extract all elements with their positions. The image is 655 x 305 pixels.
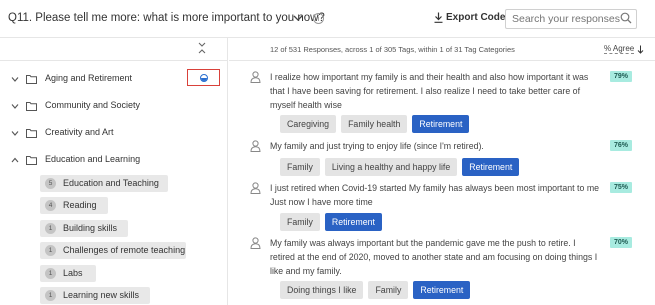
tag-label: Learning new skills xyxy=(63,290,140,300)
agree-sort-header[interactable]: % Agree xyxy=(604,44,644,54)
tag-count-badge: 1 xyxy=(45,245,56,256)
chevron-down-icon[interactable] xyxy=(11,129,19,137)
download-icon xyxy=(434,12,443,23)
export-codes-label: Export Codes xyxy=(446,12,512,23)
response-text: My family was always important but the p… xyxy=(270,238,598,276)
response-tags: Caregiving Family health Retirement xyxy=(280,115,470,133)
response-tags: Doing things I like Family Retirement xyxy=(280,281,471,299)
category-label: Education and Learning xyxy=(45,154,141,164)
tag-count-badge: 1 xyxy=(45,268,56,279)
tag-chip[interactable]: Family xyxy=(368,281,409,299)
export-codes-button[interactable]: Export Codes xyxy=(434,12,511,23)
tag-chip[interactable]: Retirement xyxy=(412,115,470,133)
response-text: My family and just trying to enjoy life … xyxy=(270,141,484,151)
folder-icon xyxy=(26,102,37,111)
tag-label: Building skills xyxy=(63,223,118,233)
agree-label: % Agree xyxy=(604,44,635,54)
response-tags: Family Living a healthy and happy life Ret… xyxy=(280,158,520,176)
tag-chip[interactable]: Family xyxy=(280,158,320,176)
tag-item[interactable]: 1 Labs xyxy=(40,265,96,282)
panel-divider xyxy=(229,60,655,61)
agree-badge: 70% xyxy=(610,237,632,248)
folder-icon xyxy=(26,129,37,138)
tag-count-badge: 4 xyxy=(45,200,56,211)
tag-chip[interactable]: Living a healthy and happy life xyxy=(324,158,458,176)
category-progress-indicator xyxy=(200,74,208,82)
category-label: Aging and Retirement xyxy=(45,73,133,83)
tag-label: Labs xyxy=(63,268,83,278)
tag-chip[interactable]: Retirement xyxy=(413,281,471,299)
header-bar: Q11. Please tell me more: what is more i… xyxy=(0,0,655,38)
panel-divider xyxy=(0,60,228,61)
user-icon xyxy=(250,71,261,83)
category-row[interactable]: Community and Society xyxy=(0,97,228,117)
tag-label: Education and Teaching xyxy=(63,178,159,188)
chevron-down-icon[interactable] xyxy=(11,75,19,83)
tag-chip[interactable]: Retirement xyxy=(324,213,382,231)
search-icon[interactable] xyxy=(620,12,632,24)
info-icon[interactable]: i xyxy=(313,13,324,24)
tag-count-badge: 5 xyxy=(45,178,56,189)
folder-icon xyxy=(26,156,37,165)
collapse-all-icon[interactable] xyxy=(197,42,207,54)
agree-badge: 79% xyxy=(610,71,632,82)
tag-count-badge: 1 xyxy=(45,290,56,301)
responses-summary: 12 of 531 Responses, across 1 of 305 Tag… xyxy=(270,45,515,54)
tag-label: Reading xyxy=(63,200,97,210)
tag-chip[interactable]: Family health xyxy=(341,115,408,133)
tag-item[interactable]: 4 Reading xyxy=(40,197,108,214)
tag-chip[interactable]: Doing things I like xyxy=(280,281,364,299)
chevron-down-icon[interactable] xyxy=(11,102,19,110)
tag-item[interactable]: 1 Building skills xyxy=(40,220,128,237)
category-row[interactable]: Education and Learning xyxy=(0,151,228,171)
tag-chip[interactable]: Family xyxy=(280,213,320,231)
category-label: Community and Society xyxy=(45,100,141,110)
tag-item[interactable]: 1 Learning new skills xyxy=(40,287,150,304)
agree-badge: 76% xyxy=(610,140,632,151)
tag-chip[interactable]: Caregiving xyxy=(280,115,337,133)
tag-item[interactable]: 1 Challenges of remote teaching xyxy=(40,242,186,259)
category-row[interactable]: Creativity and Art xyxy=(0,124,228,144)
tag-count-badge: 1 xyxy=(45,223,56,234)
agree-badge: 75% xyxy=(610,182,632,193)
tag-item[interactable]: 5 Education and Teaching xyxy=(40,175,168,192)
tag-label: Challenges of remote teaching xyxy=(63,245,186,255)
response-text: I just retired when Covid-19 started My … xyxy=(270,183,600,207)
chevron-down-icon[interactable] xyxy=(292,11,304,25)
arrow-down-icon xyxy=(637,45,644,54)
category-label: Creativity and Art xyxy=(45,127,114,137)
folder-icon xyxy=(26,75,37,84)
user-icon xyxy=(250,140,261,152)
chevron-up-icon[interactable] xyxy=(11,156,19,164)
search-input[interactable] xyxy=(505,9,637,29)
user-icon xyxy=(250,182,261,194)
responses-panel: 12 of 531 Responses, across 1 of 305 Tag… xyxy=(229,38,655,305)
response-text: I realize how important my family is and… xyxy=(270,72,589,110)
question-title: Q11. Please tell me more: what is more i… xyxy=(8,12,325,24)
response-tags: Family Retirement xyxy=(280,213,382,231)
user-icon xyxy=(250,237,261,249)
tag-chip[interactable]: Retirement xyxy=(462,158,520,176)
